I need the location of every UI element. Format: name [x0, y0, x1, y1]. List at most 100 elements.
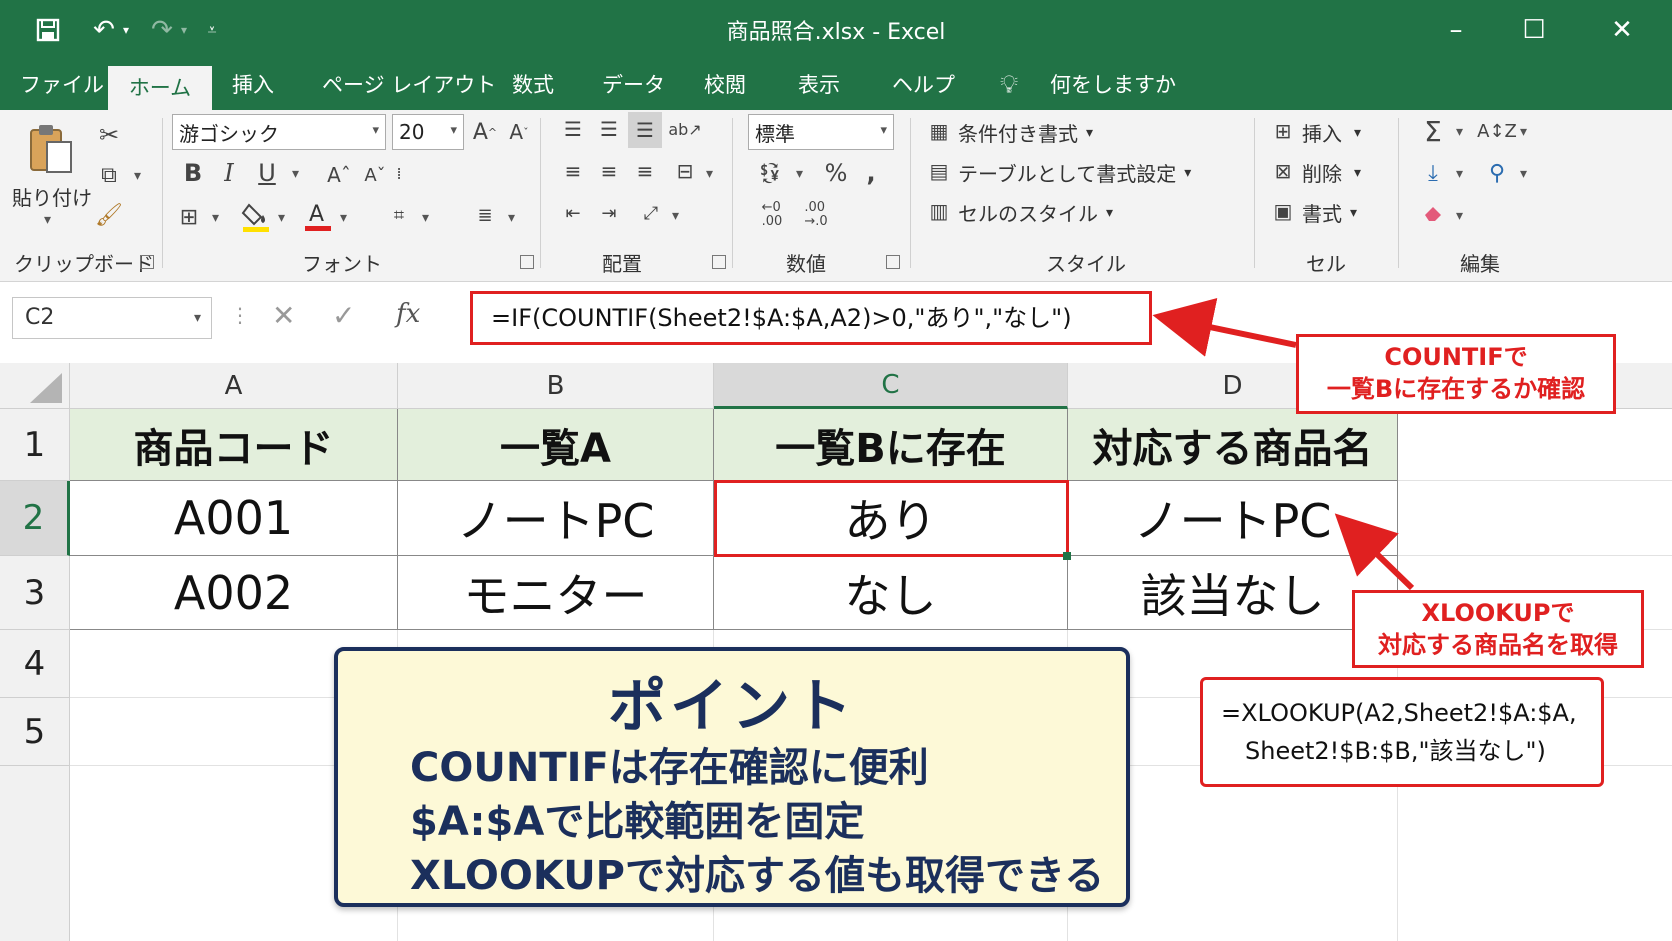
- number-format-combo[interactable]: 標準 ▾: [748, 114, 894, 150]
- decrease-indent-icon[interactable]: ⇤: [556, 198, 590, 228]
- copy-icon[interactable]: ⧉: [92, 158, 126, 192]
- align-left-icon[interactable]: ≡: [556, 156, 590, 186]
- bold-icon[interactable]: B: [178, 156, 208, 190]
- clipboard-launcher-icon[interactable]: [140, 255, 154, 269]
- currency-icon[interactable]: 💱︎: [752, 156, 788, 190]
- format-painter-icon[interactable]: 🖌︎: [92, 198, 126, 232]
- paste-icon[interactable]: [24, 122, 78, 176]
- style-dropdown-icon[interactable]: ▾: [508, 210, 515, 226]
- cancel-icon[interactable]: ✕: [272, 299, 295, 332]
- tab-data[interactable]: データ: [602, 60, 665, 110]
- tell-me-search[interactable]: 何をしますか: [1050, 60, 1176, 110]
- number-launcher-icon[interactable]: [886, 255, 900, 269]
- tab-help[interactable]: ヘルプ: [892, 60, 955, 110]
- find-dropdown-icon[interactable]: ▾: [1520, 166, 1527, 182]
- close-button[interactable]: ✕: [1592, 10, 1652, 50]
- paste-dropdown-icon[interactable]: ▾: [44, 212, 51, 228]
- orientation-dropdown-icon[interactable]: ▾: [672, 208, 679, 224]
- tab-review[interactable]: 校閲: [704, 60, 746, 110]
- clear-format-icon[interactable]: ⌗: [384, 198, 414, 232]
- font-size-down-icon[interactable]: Aˇ: [360, 158, 390, 192]
- align-right-icon[interactable]: ≡: [628, 156, 662, 186]
- format-cells-icon[interactable]: ▣: [1268, 194, 1298, 228]
- cut-icon[interactable]: ✂: [92, 118, 126, 152]
- align-center-icon[interactable]: ≡: [592, 156, 626, 186]
- minimize-button[interactable]: –: [1426, 10, 1486, 50]
- copy-dropdown-icon[interactable]: ▾: [134, 168, 141, 184]
- cell-styles-icon[interactable]: ▥: [924, 194, 954, 228]
- clear-format-dropdown-icon[interactable]: ▾: [422, 210, 429, 226]
- decrease-font-icon[interactable]: Aˇ: [504, 116, 534, 148]
- orientation-angle-icon[interactable]: ⤢: [634, 198, 668, 228]
- cell-a3[interactable]: A002: [70, 556, 398, 630]
- insert-cells-button[interactable]: 挿入 ▾: [1302, 118, 1361, 147]
- format-as-table-icon[interactable]: ▤: [924, 154, 954, 188]
- sort-filter-dropdown-icon[interactable]: ▾: [1520, 124, 1527, 140]
- cell-b3[interactable]: モニター: [398, 556, 714, 630]
- clear-dropdown-icon[interactable]: ▾: [1456, 208, 1463, 224]
- borders-dropdown-icon[interactable]: ▾: [212, 210, 219, 226]
- insert-cells-icon[interactable]: ⊞: [1268, 114, 1298, 148]
- increase-indent-icon[interactable]: ⇥: [592, 198, 626, 228]
- font-size-combo[interactable]: 20 ▾: [392, 114, 464, 150]
- italic-icon[interactable]: I: [214, 156, 244, 190]
- decrease-decimal-icon[interactable]: .00 →.0: [796, 198, 836, 232]
- enter-icon[interactable]: ✓: [332, 299, 355, 332]
- comma-icon[interactable]: ,: [858, 156, 884, 190]
- tab-formulas[interactable]: 数式: [512, 60, 554, 110]
- select-all-corner[interactable]: [0, 363, 70, 409]
- fill-handle[interactable]: [1063, 552, 1071, 560]
- cell-d1[interactable]: 対応する商品名: [1068, 409, 1398, 481]
- merge-dropdown-icon[interactable]: ▾: [706, 166, 713, 182]
- tab-view[interactable]: 表示: [798, 60, 840, 110]
- format-cells-button[interactable]: 書式 ▾: [1302, 198, 1357, 227]
- row-header-2[interactable]: 2: [0, 481, 70, 556]
- paste-button[interactable]: 貼り付け: [12, 182, 92, 211]
- fill-dropdown-icon[interactable]: ▾: [1456, 166, 1463, 182]
- cell-styles-button[interactable]: セルのスタイル ▾: [958, 198, 1113, 227]
- autosum-dropdown-icon[interactable]: ▾: [1456, 124, 1463, 140]
- maximize-button[interactable]: ☐: [1504, 10, 1564, 50]
- cell-d3[interactable]: 該当なし: [1068, 556, 1398, 630]
- align-bottom-icon[interactable]: ☰: [628, 112, 662, 148]
- lightbulb-icon[interactable]: 💡︎: [1000, 60, 1018, 110]
- increase-decimal-icon[interactable]: ←0.00: [752, 198, 792, 232]
- cell-c1[interactable]: 一覧Bに存在: [714, 409, 1068, 481]
- sort-filter-icon[interactable]: A↕Z: [1477, 114, 1517, 148]
- font-launcher-icon[interactable]: [520, 255, 534, 269]
- tab-page-layout[interactable]: ページ レイアウト: [322, 60, 496, 110]
- row-header-1[interactable]: 1: [0, 409, 70, 481]
- format-as-table-button[interactable]: テーブルとして書式設定 ▾: [958, 158, 1191, 187]
- row-header-5[interactable]: 5: [0, 698, 70, 766]
- orientation-icon[interactable]: ab↗: [668, 114, 702, 144]
- increase-font-icon[interactable]: A ^: [470, 116, 500, 148]
- align-middle-icon[interactable]: ☰: [592, 114, 626, 144]
- cell-c3[interactable]: なし: [714, 556, 1068, 630]
- merge-center-icon[interactable]: ⊟: [668, 156, 702, 186]
- currency-dropdown-icon[interactable]: ▾: [796, 166, 803, 182]
- cell-d2[interactable]: ノートPC: [1068, 481, 1398, 556]
- tab-insert[interactable]: 挿入: [232, 60, 274, 110]
- font-size-up-icon[interactable]: Aˆ: [324, 158, 354, 192]
- alignment-launcher-icon[interactable]: [712, 255, 726, 269]
- column-header-a[interactable]: A: [70, 363, 398, 409]
- tab-file[interactable]: ファイル: [20, 60, 104, 110]
- underline-dropdown-icon[interactable]: ▾: [292, 166, 299, 182]
- find-select-icon[interactable]: ⚲: [1480, 156, 1514, 190]
- style-icon[interactable]: ≣: [470, 198, 500, 232]
- fill-color-dropdown-icon[interactable]: ▾: [278, 210, 285, 226]
- column-header-b[interactable]: B: [398, 363, 714, 409]
- font-color-dropdown-icon[interactable]: ▾: [340, 210, 347, 226]
- font-name-combo[interactable]: 游ゴシック ▾: [172, 114, 386, 150]
- name-box[interactable]: C2 ▾: [12, 297, 212, 339]
- formula-input[interactable]: =IF(COUNTIF(Sheet2!$A:$A,A2)>0,"あり","なし"…: [470, 291, 1152, 345]
- borders-icon[interactable]: ⊞: [174, 200, 204, 234]
- row-header-3[interactable]: 3: [0, 556, 70, 630]
- cell-a2[interactable]: A001: [70, 481, 398, 556]
- cell-a1[interactable]: 商品コード: [70, 409, 398, 481]
- align-top-icon[interactable]: ☰: [556, 114, 590, 144]
- cell-b2[interactable]: ノートPC: [398, 481, 714, 556]
- fill-color-icon[interactable]: [240, 198, 272, 234]
- phonetic-icon[interactable]: ⁞: [390, 156, 408, 190]
- font-color-icon[interactable]: A: [302, 198, 334, 234]
